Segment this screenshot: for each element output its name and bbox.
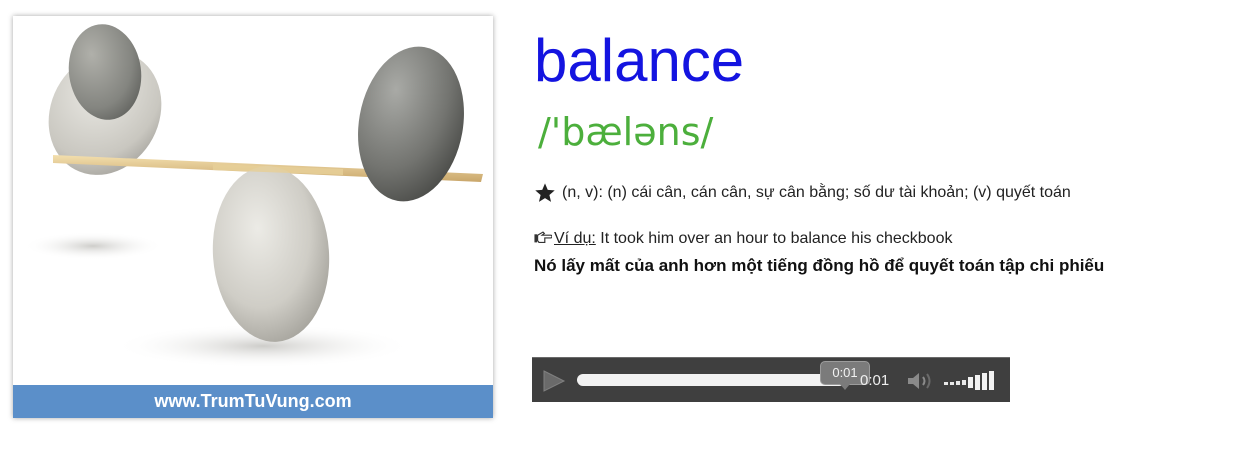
pointing-hand-icon [534,231,552,243]
progress-track[interactable]: 0:01 [577,361,870,390]
example-block: Ví dụ: It took him over an hour to balan… [534,228,1214,280]
meaning-text: (n, v): (n) cái cân, cán cân, sự cân bằn… [562,184,1071,201]
play-icon[interactable] [542,370,566,392]
example-vietnamese: Nó lấy mất của anh hơn một tiếng đồng hồ… [534,256,1105,275]
phonetic-transcription: /'bæləns/ [538,110,714,154]
example-english: It took him over an hour to balance his … [595,230,953,247]
progress-fill [577,374,845,386]
example-english-line: Ví dụ: It took him over an hour to balan… [534,228,1214,250]
star-icon [535,183,555,202]
audio-player[interactable]: 0:01 0:01 [532,357,1010,402]
balancing-stones-image [13,16,493,386]
example-label: Ví dụ: [554,230,596,247]
current-time: 0:01 [860,372,890,389]
volume-bars-icon[interactable] [944,368,1002,392]
speaker-icon[interactable] [906,370,934,392]
word-image-card: www.TrumTuVung.com [13,16,493,418]
word-meaning: (n, v): (n) cái cân, cán cân, sự cân bằn… [534,181,1071,205]
vocabulary-word: balance [534,27,745,94]
image-caption: www.TrumTuVung.com [13,385,493,418]
